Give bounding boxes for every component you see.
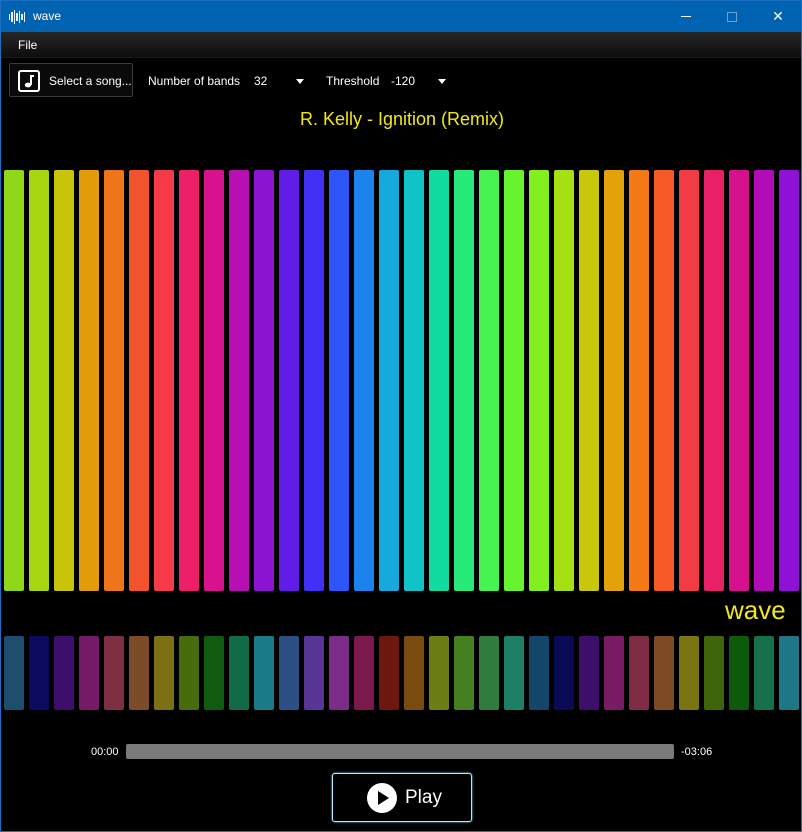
- minimize-icon: [681, 16, 691, 17]
- reflection-bar: [729, 636, 749, 710]
- spectrum-bar: [554, 170, 574, 591]
- reflection-bar: [529, 636, 549, 710]
- play-label: Play: [405, 787, 442, 808]
- reflection-bar: [329, 636, 349, 710]
- spectrum-bar: [654, 170, 674, 591]
- spectrum-bar: [479, 170, 499, 591]
- reflection-bar: [254, 636, 274, 710]
- spectrum-bar: [79, 170, 99, 591]
- spectrum-bar: [154, 170, 174, 591]
- reflection-bar: [304, 636, 324, 710]
- maximize-button[interactable]: [709, 1, 755, 32]
- select-song-label: Select a song...: [49, 74, 132, 88]
- wave-logo: wave: [725, 595, 786, 625]
- threshold-label: Threshold: [326, 74, 380, 88]
- threshold-chevron-down-icon[interactable]: [438, 79, 446, 84]
- spectrum-bar: [329, 170, 349, 591]
- spectrum-bar: [579, 170, 599, 591]
- bands-select[interactable]: 32: [254, 74, 267, 88]
- reflection-bar: [579, 636, 599, 710]
- reflection-bar: [179, 636, 199, 710]
- reflection-bar: [429, 636, 449, 710]
- window-title: wave: [33, 9, 62, 23]
- play-button[interactable]: Play: [332, 773, 472, 822]
- reflection-bar: [79, 636, 99, 710]
- song-title: R. Kelly - Ignition (Remix): [299, 109, 505, 129]
- spectrum-bar: [4, 170, 24, 591]
- spectrum-bar: [354, 170, 374, 591]
- reflection-bar: [229, 636, 249, 710]
- reflection-bar: [129, 636, 149, 710]
- minimize-button[interactable]: [663, 1, 709, 32]
- spectrum-bar: [129, 170, 149, 591]
- reflection-bar: [454, 636, 474, 710]
- maximize-icon: [727, 11, 737, 22]
- reflection-bar: [4, 636, 24, 710]
- spectrum-bar: [304, 170, 324, 591]
- spectrum-bar: [754, 170, 774, 591]
- spectrum-bar: [254, 170, 274, 591]
- spectrum-bar: [29, 170, 49, 591]
- app-window: wave ✕ File Select a song... Number of b…: [0, 0, 802, 832]
- music-note-icon: [18, 70, 40, 92]
- threshold-select[interactable]: -120: [391, 74, 415, 88]
- spectrum-bar: [179, 170, 199, 591]
- bands-label: Number of bands: [148, 74, 241, 88]
- reflection-bar: [279, 636, 299, 710]
- spectrum-bar: [779, 170, 799, 591]
- reflection-bar: [504, 636, 524, 710]
- reflection-bar: [754, 636, 774, 710]
- menu-bar: File: [1, 32, 801, 58]
- spectrum-bar: [279, 170, 299, 591]
- spectrum-bar: [679, 170, 699, 591]
- reflection-bar: [204, 636, 224, 710]
- reflection-bar: [479, 636, 499, 710]
- reflection-bar: [379, 636, 399, 710]
- spectrum-bar: [454, 170, 474, 591]
- reflection-bar: [779, 636, 799, 710]
- reflection-bar: [354, 636, 374, 710]
- spectrum-bar: [604, 170, 624, 591]
- close-icon: ✕: [772, 8, 784, 24]
- spectrum-bar: [104, 170, 124, 591]
- spectrum-bar: [504, 170, 524, 591]
- close-button[interactable]: ✕: [755, 1, 801, 32]
- spectrum-bar: [429, 170, 449, 591]
- title-bar[interactable]: wave ✕: [1, 1, 801, 32]
- spectrum-bar: [529, 170, 549, 591]
- remaining-time: -03:06: [681, 746, 713, 758]
- menu-file[interactable]: File: [18, 38, 37, 52]
- progress-bar[interactable]: [126, 744, 674, 759]
- reflection-bar: [554, 636, 574, 710]
- select-song-button[interactable]: Select a song...: [9, 63, 133, 97]
- spectrum-bar: [54, 170, 74, 591]
- reflection-bar: [104, 636, 124, 710]
- reflection-bar: [154, 636, 174, 710]
- elapsed-time: 00:00: [91, 746, 119, 758]
- reflection-bar: [404, 636, 424, 710]
- reflection-bar: [54, 636, 74, 710]
- waveform-icon: [9, 9, 25, 25]
- spectrum-bar: [729, 170, 749, 591]
- reflection-bar: [704, 636, 724, 710]
- spectrum-bar: [704, 170, 724, 591]
- reflection-bar: [604, 636, 624, 710]
- reflection-bar: [29, 636, 49, 710]
- spectrum-bar: [204, 170, 224, 591]
- spectrum-bar: [629, 170, 649, 591]
- reflection-bar: [654, 636, 674, 710]
- reflection-bar: [679, 636, 699, 710]
- reflection-bar: [629, 636, 649, 710]
- bands-chevron-down-icon[interactable]: [296, 79, 304, 84]
- spectrum-bar: [229, 170, 249, 591]
- play-icon: [367, 783, 397, 813]
- spectrum-bar: [404, 170, 424, 591]
- spectrum-bar: [379, 170, 399, 591]
